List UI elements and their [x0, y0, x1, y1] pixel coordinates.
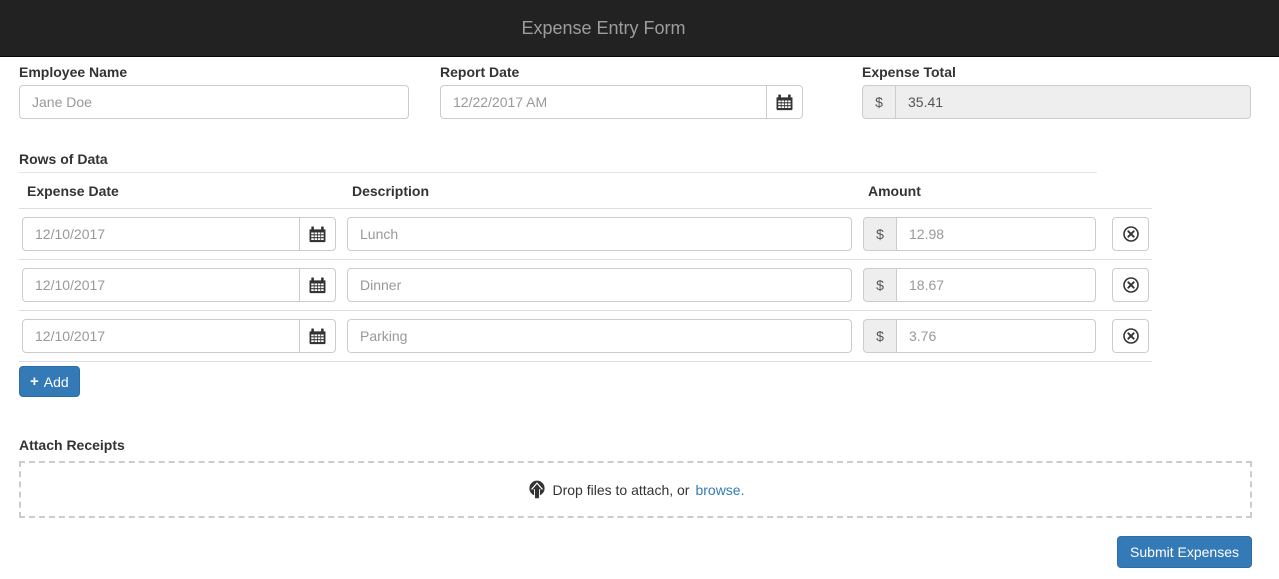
amount-group: $ [863, 268, 1096, 302]
description-input[interactable] [347, 268, 852, 302]
description-input[interactable] [347, 319, 852, 353]
currency-addon: $ [863, 268, 896, 302]
dropzone-text: Drop files to attach, or [553, 482, 690, 498]
expense-row: $ [19, 260, 1152, 311]
remove-row-button[interactable] [1112, 268, 1149, 302]
currency-addon: $ [862, 85, 895, 119]
col-header-description: Description [344, 173, 860, 209]
submit-row: Submit Expenses [19, 536, 1252, 568]
upload-icon [527, 480, 547, 500]
expense-total-group: $ [862, 85, 1251, 119]
col-header-amount: Amount [860, 173, 1104, 209]
form-top-row: Employee Name Report Date Expense Total … [19, 64, 1260, 119]
calendar-icon [309, 226, 326, 243]
currency-addon: $ [863, 319, 896, 353]
remove-row-button[interactable] [1112, 319, 1149, 353]
expense-row: $ [19, 209, 1152, 260]
rows-of-data-title: Rows of Data [19, 151, 1260, 167]
report-date-group [440, 85, 803, 119]
report-date-input[interactable] [440, 85, 767, 119]
app-header: Expense Entry Form [0, 0, 1279, 57]
expense-row: $ [19, 311, 1152, 362]
plus-icon: + [30, 374, 39, 389]
remove-row-button[interactable] [1112, 217, 1149, 251]
attach-receipts-label: Attach Receipts [19, 437, 1260, 453]
report-date-field: Report Date [440, 64, 803, 119]
calendar-icon [309, 277, 326, 294]
employee-name-label: Employee Name [19, 64, 409, 80]
file-dropzone[interactable]: Drop files to attach, or browse. [19, 461, 1252, 518]
calendar-icon [776, 94, 793, 111]
table-header: Expense Date Description Amount [19, 173, 1152, 209]
employee-name-field: Employee Name [19, 64, 409, 119]
expense-date-calendar-button[interactable] [299, 319, 336, 353]
add-row-button[interactable]: + Add [19, 366, 80, 397]
expense-date-group [22, 268, 336, 302]
amount-input[interactable] [896, 217, 1096, 251]
calendar-icon [309, 328, 326, 345]
expense-total-input [895, 85, 1251, 119]
submit-expenses-button[interactable]: Submit Expenses [1117, 536, 1252, 568]
amount-input[interactable] [896, 319, 1096, 353]
expense-total-label: Expense Total [862, 64, 1251, 80]
col-header-actions [1104, 173, 1152, 209]
remove-circle-icon [1122, 276, 1140, 294]
expense-date-group [22, 319, 336, 353]
browse-link[interactable]: browse. [695, 482, 744, 498]
report-date-label: Report Date [440, 64, 803, 80]
expense-date-input[interactable] [22, 268, 300, 302]
remove-circle-icon [1122, 225, 1140, 243]
expense-date-calendar-button[interactable] [299, 268, 336, 302]
amount-group: $ [863, 217, 1096, 251]
expense-total-field: Expense Total $ [862, 64, 1251, 119]
description-input[interactable] [347, 217, 852, 251]
add-button-label: Add [44, 374, 69, 390]
remove-circle-icon [1122, 327, 1140, 345]
employee-name-input[interactable] [19, 85, 409, 119]
expense-rows-table: Expense Date Description Amount [19, 173, 1152, 362]
expense-date-input[interactable] [22, 319, 300, 353]
currency-addon: $ [863, 217, 896, 251]
expense-form: Employee Name Report Date Expense Total … [0, 64, 1279, 568]
expense-date-calendar-button[interactable] [299, 217, 336, 251]
col-header-expense-date: Expense Date [19, 173, 344, 209]
amount-group: $ [863, 319, 1096, 353]
expense-date-group [22, 217, 336, 251]
expense-date-input[interactable] [22, 217, 300, 251]
report-date-calendar-button[interactable] [766, 85, 803, 119]
page-title: Expense Entry Form [521, 18, 685, 39]
amount-input[interactable] [896, 268, 1096, 302]
